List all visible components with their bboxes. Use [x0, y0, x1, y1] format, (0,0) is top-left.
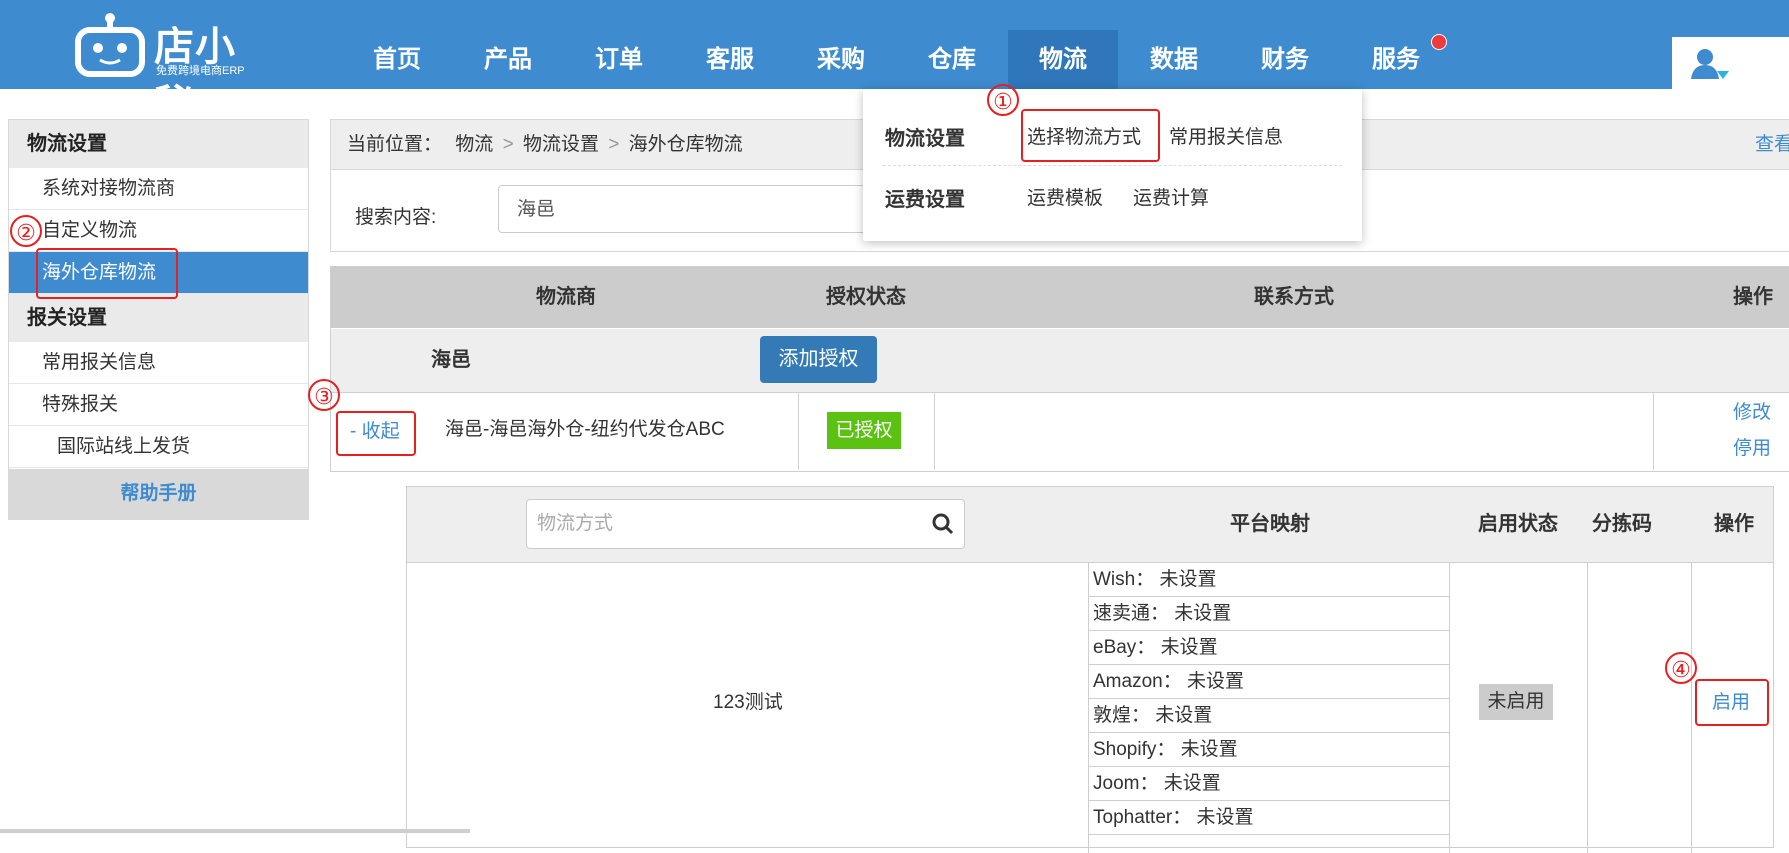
account-row: - 收起 海邑-海邑海外仓-纽约代发仓ABC 已授权 修改 停用	[331, 393, 1789, 470]
nav-data[interactable]: 数据	[1119, 30, 1229, 89]
sidebar-item-custom-logistics[interactable]: 自定义物流	[9, 210, 308, 252]
nav-customer-service[interactable]: 客服	[675, 30, 785, 89]
platform-mapping-dhgate: 敦煌： 未设置	[1088, 699, 1449, 733]
annotation-marker-4: ④	[1665, 652, 1697, 684]
provider-table-header: 物流商 授权状态 联系方式 操作	[331, 267, 1789, 328]
column-divider	[1449, 563, 1450, 853]
annotation-marker-2: ②	[10, 215, 42, 247]
search-icon[interactable]	[932, 513, 954, 535]
top-navbar: 店小秘 免费跨境电商ERP 首页 产品 订单 客服 采购 仓库 物流 数据 财务…	[0, 0, 1789, 127]
annotation-box-enable	[1695, 679, 1769, 726]
help-manual-button[interactable]: 帮助手册	[9, 469, 308, 519]
sidebar-item-intl-online-shipping[interactable]: 国际站线上发货	[9, 426, 308, 468]
nav-home[interactable]: 首页	[342, 30, 452, 89]
annotation-box-select-method	[1021, 109, 1160, 162]
nav-finance[interactable]: 财务	[1230, 30, 1340, 89]
platform-mapping-ebay: eBay： 未设置	[1088, 631, 1449, 665]
search-label: 搜索内容:	[355, 207, 437, 228]
breadcrumb-separator: >	[502, 134, 514, 155]
breadcrumb-logistics-settings[interactable]: 物流设置	[523, 134, 599, 155]
nav-orders[interactable]: 订单	[564, 30, 674, 89]
auth-status-badge: 已授权	[827, 412, 901, 449]
disable-link[interactable]: 停用	[1733, 433, 1771, 460]
header-auth-status: 授权状态	[826, 286, 906, 308]
provider-name: 海邑	[431, 349, 471, 371]
sidebar-item-customs-info[interactable]: 常用报关信息	[9, 342, 308, 384]
breadcrumb-prefix: 当前位置：	[347, 134, 443, 155]
enable-status-badge: 未启用	[1479, 684, 1553, 720]
annotation-marker-3: ③	[308, 379, 340, 411]
column-divider	[1587, 563, 1588, 853]
dropdown-divider	[883, 165, 1342, 166]
sidebar-item-special-customs[interactable]: 特殊报关	[9, 384, 308, 426]
column-divider	[1691, 563, 1692, 853]
header-contact: 联系方式	[1254, 286, 1334, 308]
header-sort-code: 分拣码	[1592, 513, 1652, 535]
robot-icon	[75, 13, 145, 77]
app-logo[interactable]: 店小秘 免费跨境电商ERP	[74, 12, 264, 127]
menu-freight-calculation[interactable]: 运费计算	[1133, 183, 1209, 210]
menu-freight-template[interactable]: 运费模板	[1027, 183, 1103, 210]
platform-mapping-joom: Joom： 未设置	[1088, 767, 1449, 801]
annotation-marker-1: ①	[987, 84, 1019, 116]
search-input[interactable]: 海邑	[498, 185, 918, 233]
logo-subtitle: 免费跨境电商ERP	[156, 65, 245, 77]
method-table: 物流方式 平台映射 启用状态 分拣码 操作 123测试 Wish： 未设置 速卖…	[406, 486, 1774, 853]
user-menu[interactable]	[1672, 37, 1789, 89]
header-method-actions: 操作	[1714, 513, 1754, 535]
method-table-header: 物流方式 平台映射 启用状态 分拣码 操作	[407, 487, 1773, 563]
provider-row: 海邑 添加授权	[331, 329, 1789, 393]
account-name: 海邑-海邑海外仓-纽约代发仓ABC	[445, 419, 725, 440]
view-link[interactable]: 查看	[1755, 120, 1789, 170]
add-authorization-button[interactable]: 添加授权	[760, 336, 877, 383]
notification-dot	[1431, 34, 1447, 50]
breadcrumb-separator: >	[608, 134, 620, 155]
nav-purchasing[interactable]: 采购	[786, 30, 896, 89]
column-divider	[934, 393, 935, 470]
annotation-box-collapse	[336, 411, 416, 456]
sidebar-section-logistics: 物流设置	[9, 120, 308, 168]
sidebar: 物流设置 系统对接物流商 自定义物流 海外仓库物流 报关设置 常用报关信息 特殊…	[8, 119, 309, 520]
nav-warehouse[interactable]: 仓库	[897, 30, 1007, 89]
method-name: 123测试	[713, 692, 783, 713]
menu-common-customs-info[interactable]: 常用报关信息	[1169, 122, 1283, 149]
platform-mapping-shopify: Shopify： 未设置	[1088, 733, 1449, 767]
platform-mapping-aliexpress: 速卖通： 未设置	[1088, 597, 1449, 631]
provider-table: 物流商 授权状态 联系方式 操作 海邑 添加授权 - 收起 海邑-海邑海外仓-纽…	[330, 266, 1789, 472]
method-search-input[interactable]: 物流方式	[526, 499, 965, 549]
breadcrumb-logistics[interactable]: 物流	[455, 134, 493, 155]
platform-mapping-tophatter: Tophatter： 未设置	[1088, 801, 1449, 835]
dropdown-group-freight-settings: 运费设置	[885, 189, 965, 211]
horizontal-scrollbar[interactable]	[0, 829, 470, 833]
nav-products[interactable]: 产品	[453, 30, 563, 89]
platform-mapping-amazon: Amazon： 未设置	[1088, 665, 1449, 699]
breadcrumb-current: 海外仓库物流	[628, 134, 743, 155]
header-enable-status: 启用状态	[1478, 513, 1558, 535]
nav-logistics[interactable]: 物流	[1008, 30, 1118, 89]
user-icon	[1691, 49, 1729, 79]
edit-link[interactable]: 修改	[1733, 397, 1771, 424]
header-provider: 物流商	[536, 286, 596, 308]
column-divider	[798, 393, 799, 470]
header-platform-mapping: 平台映射	[1230, 513, 1310, 535]
header-actions: 操作	[1733, 286, 1773, 308]
sidebar-item-system-carriers[interactable]: 系统对接物流商	[9, 168, 308, 210]
sidebar-section-customs: 报关设置	[9, 294, 308, 342]
annotation-box-overseas-warehouse	[36, 248, 178, 299]
column-divider	[1653, 393, 1654, 470]
platform-mapping-wish: Wish： 未设置	[1088, 563, 1449, 597]
dropdown-group-logistics-settings: 物流设置	[885, 128, 965, 150]
